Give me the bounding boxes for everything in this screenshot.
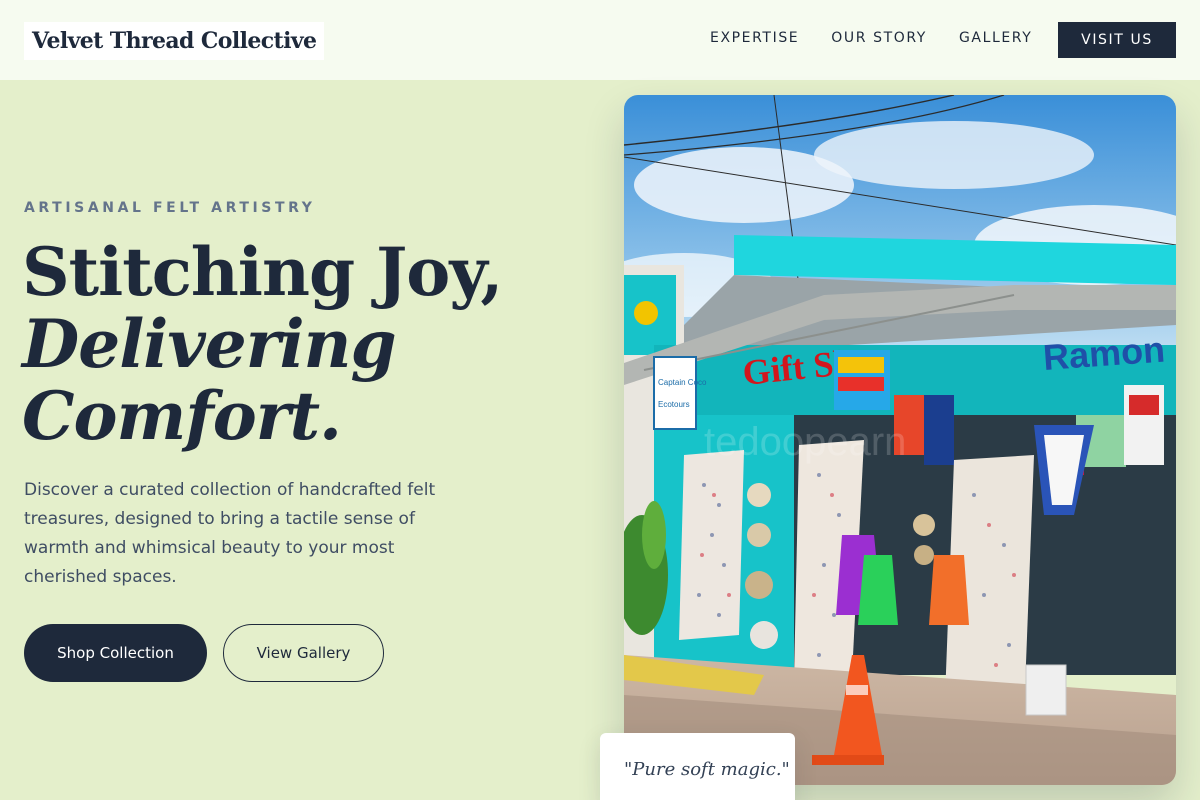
main-nav: EXPERTISE OUR STORY GALLERY [710, 28, 1032, 48]
brand-logo[interactable]: Velvet Thread Collective [24, 22, 325, 60]
view-gallery-button[interactable]: View Gallery [223, 624, 384, 682]
nav-link-our-story[interactable]: OUR STORY [831, 28, 927, 48]
nav-link-gallery[interactable]: GALLERY [959, 28, 1032, 48]
testimonial-card: "Pure soft magic." [600, 733, 795, 800]
hero-description: Discover a curated collection of handcra… [24, 480, 436, 587]
hero-photo: Gift Shop Ramon Captain Coco Ecotours te… [624, 95, 1176, 785]
headline-line-1: Stitching Joy, [22, 233, 503, 311]
site-header: Velvet Thread Collective EXPERTISE OUR S… [0, 0, 1200, 80]
visit-us-button[interactable]: VISIT US [1058, 22, 1176, 58]
sign-ecotours: Ecotours [658, 400, 690, 409]
hero-headline: Stitching Joy, Delivering Comfort. [22, 236, 542, 452]
gift-shop-illustration: Gift Shop Ramon Captain Coco Ecotours te… [624, 95, 1176, 785]
photo-watermark: tedoopearn [704, 420, 906, 464]
testimonial-quote: "Pure soft magic." [624, 759, 790, 780]
headline-line-3: Comfort. [22, 377, 342, 455]
headline-line-2: Delivering [22, 305, 397, 383]
sign-captain-coco: Captain Coco [658, 378, 707, 387]
hero-eyebrow: ARTISANAL FELT ARTISTRY [24, 200, 316, 216]
shop-collection-button[interactable]: Shop Collection [24, 624, 207, 682]
sign-ramon: Ramon [1042, 329, 1167, 378]
nav-link-expertise[interactable]: EXPERTISE [710, 28, 799, 48]
